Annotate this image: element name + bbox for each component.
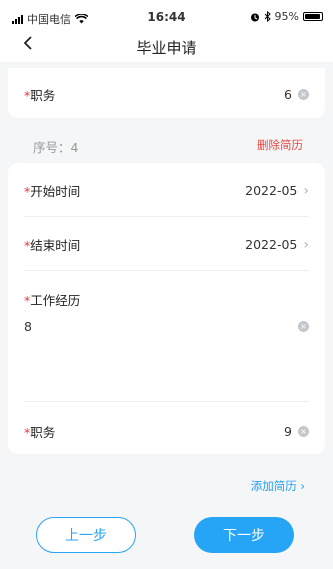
start-time-label: *开始时间	[24, 184, 81, 199]
nav-bar: 毕业申请	[0, 34, 333, 62]
status-right: 95%	[250, 10, 323, 23]
position-label-1: *职务	[24, 88, 56, 103]
resume-card-1: *职务 6 ×	[8, 68, 325, 118]
bluetooth-icon	[264, 11, 271, 22]
chevron-right-icon: ›	[300, 479, 305, 493]
add-resume-button[interactable]: 添加简历 ›	[251, 478, 305, 494]
alarm-icon	[250, 13, 259, 21]
end-time-value: 2022-05	[245, 237, 298, 252]
position-label-2: *职务	[24, 425, 56, 440]
end-time-label: *结束时间	[24, 238, 81, 253]
clear-icon[interactable]: ×	[298, 426, 309, 437]
position-value-1: 6	[284, 87, 292, 102]
resume-seq-label: 序号：4	[33, 140, 79, 155]
clear-icon[interactable]: ×	[298, 89, 309, 100]
page-title: 毕业申请	[136, 39, 197, 57]
position-field-2[interactable]: 9 ×	[284, 424, 309, 439]
start-time-value: 2022-05	[245, 183, 298, 198]
position-row-2[interactable]: *职务 9 ×	[24, 422, 309, 441]
status-bar: 中国电信 16:44 95%	[0, 0, 333, 34]
start-time-field[interactable]: 2022-05 ›	[245, 183, 309, 199]
experience-label-row: *工作经历	[24, 290, 309, 309]
chevron-right-icon: ›	[303, 236, 309, 253]
divider	[24, 270, 309, 271]
experience-label: *工作经历	[24, 293, 81, 308]
position-value-2: 9	[284, 424, 292, 439]
end-time-row[interactable]: *结束时间 2022-05 ›	[24, 235, 309, 254]
prev-step-button[interactable]: 上一步	[36, 517, 136, 553]
position-field-1[interactable]: 6 ×	[284, 87, 309, 102]
position-row-1[interactable]: *职务 6 ×	[24, 85, 309, 104]
experience-value: 8	[24, 319, 32, 334]
experience-textarea[interactable]: 8 ×	[24, 319, 309, 334]
end-time-field[interactable]: 2022-05 ›	[245, 237, 309, 253]
resume-card-2: *开始时间 2022-05 › *结束时间 2022-05 › *工作经历 8 × …	[8, 163, 325, 454]
battery-icon	[303, 12, 323, 21]
battery-percent: 95%	[274, 10, 299, 23]
divider	[24, 401, 309, 402]
clear-icon[interactable]: ×	[298, 321, 309, 332]
start-time-row[interactable]: *开始时间 2022-05 ›	[24, 181, 309, 200]
chevron-right-icon: ›	[303, 182, 309, 199]
divider	[24, 216, 309, 217]
delete-resume-button[interactable]: 删除简历	[257, 137, 303, 153]
next-step-button[interactable]: 下一步	[194, 517, 294, 553]
